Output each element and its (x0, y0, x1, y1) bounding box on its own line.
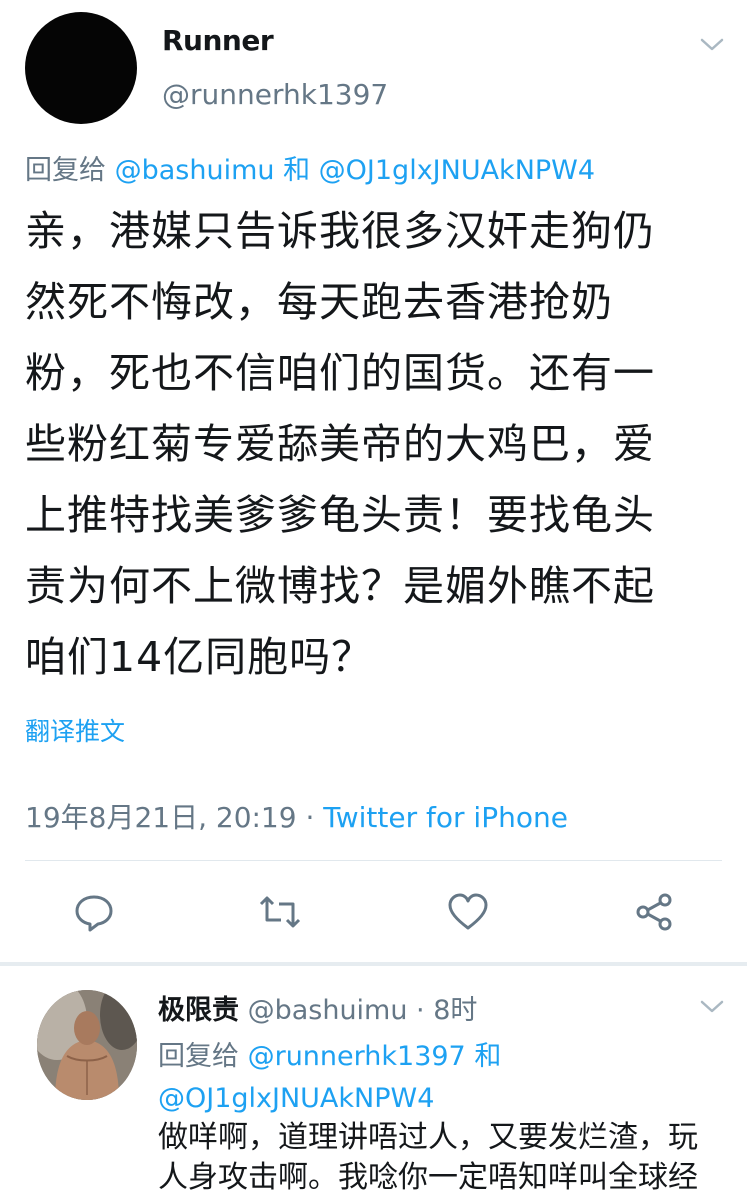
tweet-meta: 19年8月21日, 20:19 · Twitter for iPhone (25, 796, 568, 836)
mention-link[interactable]: @OJ1glxJNUAkNPW4 (319, 155, 595, 186)
display-name[interactable]: Runner (162, 24, 274, 57)
chevron-down-icon[interactable] (697, 34, 727, 54)
reply-prefix: 回复给 (158, 1041, 248, 1072)
divider (25, 860, 722, 861)
mention-link[interactable]: @OJ1glxJNUAkNPW4 (158, 1083, 434, 1114)
heart-icon[interactable] (446, 890, 490, 934)
tweet-text-line: 亲，港媒只告诉我很多汉奸走狗仍 (25, 207, 655, 255)
retweet-icon[interactable] (258, 890, 302, 934)
tweet-text: 亲，港媒只告诉我很多汉奸走狗仍 然死不悔改，每天跑去香港抢奶 粉，死也不信咱们的… (25, 196, 725, 693)
replying-to: 回复给 @bashuimu 和 @OJ1glxJNUAkNPW4 (25, 148, 595, 187)
reply-display-name[interactable]: 极限责 (158, 995, 239, 1026)
tweet-text-line: 责为何不上微博找？是媚外瞧不起 (25, 562, 655, 610)
reply-prefix: 回复给 (25, 155, 115, 186)
reply-text-line: 人身攻击啊。我唸你一定唔知咩叫全球经 (158, 1160, 698, 1195)
share-icon[interactable] (632, 890, 676, 934)
section-divider (0, 962, 747, 966)
tweet-detail-page: Runner @runnerhk1397 回复给 @bashuimu 和 @OJ… (0, 0, 747, 1200)
meta-separator: · (296, 801, 324, 834)
avatar[interactable] (37, 990, 137, 1100)
reply-bubble-icon[interactable] (72, 890, 116, 934)
tweet-text-line: 咱们14亿同胞吗？ (25, 633, 374, 681)
translate-tweet-link[interactable]: 翻译推文 (25, 712, 125, 748)
tweet-text-line: 粉，死也不信咱们的国货。还有一 (25, 349, 655, 397)
replying-to: 回复给 @runnerhk1397 和 @OJ1glxJNUAkNPW4 (158, 1036, 728, 1120)
tweet-text-line: 些粉红菊专爱舔美帝的大鸡巴，爱 (25, 420, 655, 468)
avatar[interactable] (25, 12, 137, 124)
reply-and: 和 (465, 1041, 502, 1072)
source-link[interactable]: Twitter for iPhone (323, 801, 568, 834)
mention-link[interactable]: @runnerhk1397 (248, 1041, 466, 1072)
reply-text-line: 做咩啊，道理讲唔过人，又要发烂渣，玩 (158, 1120, 698, 1155)
reply-handle-time: @bashuimu · 8时 (239, 995, 478, 1026)
mention-link[interactable]: @bashuimu (115, 155, 275, 186)
reply-text: 做咩啊，道理讲唔过人，又要发烂渣，玩 人身攻击啊。我唸你一定唔知咩叫全球经 (158, 1118, 738, 1198)
reply-header: 极限责 @bashuimu · 8时 (158, 988, 477, 1027)
tweet-text-line: 然死不悔改，每天跑去香港抢奶 (25, 278, 613, 326)
chevron-down-icon[interactable] (697, 996, 727, 1016)
user-handle[interactable]: @runnerhk1397 (162, 78, 388, 111)
reply-and: 和 (274, 155, 319, 186)
timestamp[interactable]: 19年8月21日, 20:19 (25, 801, 297, 834)
tweet-text-line: 上推特找美爹爹龟头责！要找龟头 (25, 491, 655, 539)
